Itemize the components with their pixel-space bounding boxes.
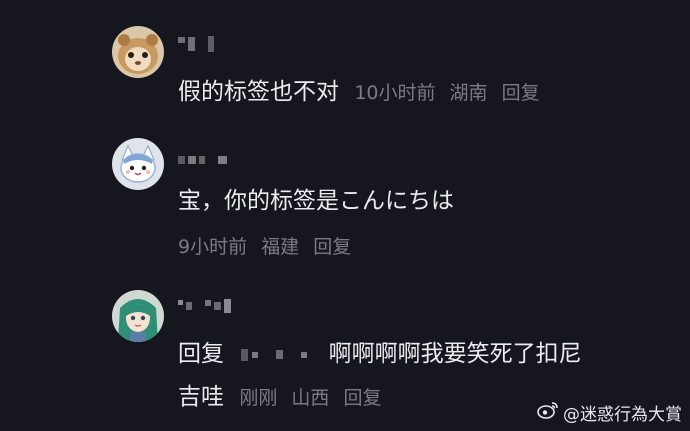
reply-button[interactable]: 回复 (502, 82, 540, 104)
comment-line: 回复 啊啊啊啊我要笑死了扣尼 (178, 339, 582, 369)
comment-time: 9小时前 (178, 236, 248, 258)
avatar[interactable] (112, 138, 164, 190)
comment-text: 吉哇 (178, 384, 224, 410)
username-redacted[interactable] (178, 296, 231, 316)
watermark-text: @迷惑行為大賞 (563, 405, 682, 425)
comment-line: 假的标签也不对 10小时前 湖南 回复 (178, 77, 540, 108)
mention-redacted[interactable] (241, 348, 308, 361)
comment-line: 吉哇 刚刚 山西 回复 (178, 382, 381, 413)
reply-prefix: 回复 (178, 341, 224, 367)
comment-thread: 假的标签也不对 10小时前 湖南 回复 宝，你的标签是こんにちは 9小时前 福建… (0, 0, 690, 431)
comment-time: 刚刚 (239, 387, 278, 409)
comment-location: 山西 (291, 387, 330, 409)
comment-meta: 刚刚 山西 回复 (239, 387, 381, 409)
username-redacted[interactable] (178, 34, 214, 54)
comment-time: 10小时前 (354, 82, 436, 104)
weibo-icon (537, 401, 559, 424)
comment-text: 啊啊啊啊我要笑死了扣尼 (328, 341, 582, 367)
avatar[interactable] (112, 290, 164, 342)
reply-button[interactable]: 回复 (313, 236, 351, 258)
comment-meta: 9小时前 福建 回复 (178, 233, 359, 261)
comment-location: 福建 (261, 236, 300, 258)
comment-meta: 10小时前 湖南 回复 (354, 82, 539, 104)
watermark: @迷惑行為大賞 (537, 400, 682, 425)
comment-location: 湖南 (449, 82, 488, 104)
comment-text: 假的标签也不对 (178, 79, 339, 105)
avatar[interactable] (112, 26, 164, 78)
username-redacted[interactable] (178, 150, 227, 170)
comment-text: 宝，你的标签是こんにちは (178, 188, 454, 214)
reply-button[interactable]: 回复 (343, 387, 381, 409)
